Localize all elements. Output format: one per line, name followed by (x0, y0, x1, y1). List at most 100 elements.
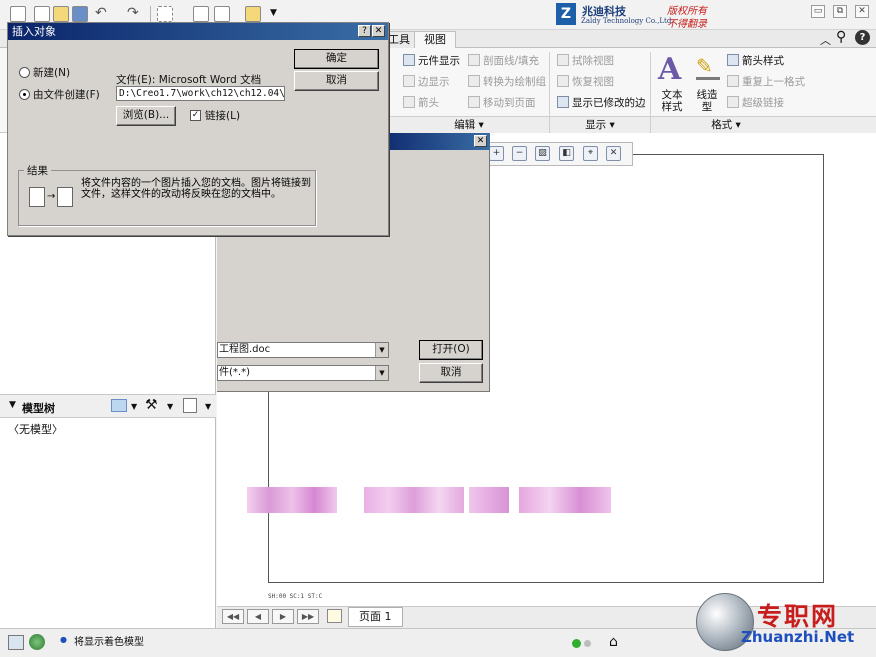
close-window-icon[interactable] (245, 6, 261, 22)
line-style-icon[interactable]: ✎ (696, 54, 720, 80)
edge-display-button[interactable]: 边显示 (403, 73, 450, 91)
file-type-select[interactable]: 件(*.*) ▼ (217, 365, 389, 381)
model-tree-title: 模型树 (22, 402, 55, 415)
annotation-display-icon[interactable]: ✕ (606, 146, 621, 161)
browse-button[interactable]: 浏览(B)... (116, 106, 176, 126)
first-page-button[interactable]: ◀◀ (222, 609, 244, 624)
repeat-last-format-button[interactable]: 重复上一格式 (727, 73, 805, 91)
regenerate-icon[interactable] (193, 6, 209, 22)
browser-toggle-icon[interactable] (29, 634, 45, 650)
sheet-info: SH:00 SC:1 ST:C (268, 593, 323, 600)
help-title-button[interactable]: ? (358, 25, 371, 37)
hyperlink-button[interactable]: 超级链接 (727, 94, 784, 112)
display-style-icon[interactable]: ◧ (559, 146, 574, 161)
convert-icon (468, 75, 480, 87)
message-bullet-icon: ● (60, 635, 67, 644)
repaint-icon[interactable]: ▨ (535, 146, 550, 161)
create-from-file-label[interactable]: 由文件创建(F) (33, 87, 100, 102)
link-label[interactable]: 链接(L) (205, 108, 240, 123)
close-button[interactable]: ✕ (855, 5, 869, 18)
minimize-button[interactable]: ▭ (811, 5, 825, 18)
text-style-icon[interactable]: A (658, 52, 681, 87)
datum-display-icon[interactable]: ⌖ (583, 146, 598, 161)
open-folder-icon[interactable] (53, 6, 69, 22)
open-button[interactable]: 打开(O) (419, 340, 483, 360)
arrow-style-icon (727, 54, 739, 66)
display-group-label[interactable]: 显示 ▾ (550, 116, 650, 133)
open-dialog-close-button[interactable]: ✕ (474, 135, 487, 147)
arrow-icon (403, 96, 415, 108)
create-new-radio[interactable] (19, 67, 30, 78)
redacted-text (469, 487, 509, 513)
collapse-tree-icon[interactable]: ▼ (9, 400, 16, 410)
customize-chevron-icon[interactable]: ▼ (270, 8, 277, 18)
settings-icon[interactable]: ⚒ (145, 397, 158, 413)
dropdown-arrow-icon[interactable]: ▼ (375, 366, 388, 380)
columns-icon[interactable] (183, 398, 197, 413)
new-page-icon[interactable] (327, 609, 342, 623)
create-from-file-radio[interactable] (19, 89, 30, 100)
help-icon[interactable]: ? (855, 30, 870, 45)
dropdown-arrow-icon[interactable]: ▼ (375, 343, 388, 357)
select-box-icon[interactable] (157, 6, 173, 22)
ok-button[interactable]: 确定 (294, 49, 379, 69)
format-group-label[interactable]: 格式 ▾ (651, 116, 801, 133)
zoom-in-icon[interactable]: + (489, 146, 504, 161)
logo-company-en: Zaldy Technology Co.,Ltd. (581, 17, 674, 25)
component-display-button[interactable]: 元件显示 (403, 52, 460, 70)
show-modified-edges-button[interactable]: 显示已修改的边 (557, 94, 646, 112)
logo-mark: Z (556, 3, 576, 25)
undo-icon[interactable]: ↶ (95, 5, 107, 21)
component-display-icon (403, 54, 415, 66)
link-checkbox[interactable]: ✓ (190, 110, 201, 121)
open-cancel-button[interactable]: 取消 (419, 363, 483, 383)
text-style-label[interactable]: 文本 样式 (659, 89, 685, 113)
cancel-button[interactable]: 取消 (294, 71, 379, 91)
arrow-style-button[interactable]: 箭头样式 (727, 52, 784, 70)
erase-view-icon (557, 54, 569, 66)
settings-dropdown-icon[interactable]: ▼ (167, 402, 173, 411)
status-led-icon (584, 640, 591, 647)
search-icon[interactable]: ⚲ (836, 29, 846, 45)
convert-draft-group-button[interactable]: 转换为绘制组 (468, 73, 546, 91)
resume-view-button[interactable]: 恢复视图 (557, 73, 614, 91)
app-icon[interactable] (10, 6, 26, 22)
next-page-button[interactable]: ▶ (272, 609, 294, 624)
arrow-right-icon: → (47, 191, 56, 202)
columns-dropdown-icon[interactable]: ▼ (205, 402, 211, 411)
windows-icon[interactable] (214, 6, 230, 22)
toolbar-divider (150, 6, 151, 23)
redo-icon[interactable]: ↷ (127, 5, 139, 21)
collapse-ribbon-icon[interactable]: ︿ (820, 32, 831, 48)
hyperlink-icon (727, 96, 739, 108)
edge-display-icon (403, 75, 415, 87)
restore-button[interactable]: ⧉ (833, 5, 847, 18)
move-to-page-button[interactable]: 移动到页面 (468, 94, 536, 112)
insert-dialog-close-button[interactable]: ✕ (372, 25, 385, 37)
show-icon[interactable] (111, 399, 127, 412)
last-page-button[interactable]: ▶▶ (297, 609, 319, 624)
hatch-fill-button[interactable]: 剖面线/填充 (468, 52, 539, 70)
zoom-out-icon[interactable]: − (512, 146, 527, 161)
arrow-button[interactable]: 箭头 (403, 94, 439, 112)
watermark-url: Zhuanzhi.Net (741, 628, 855, 646)
resume-view-icon (557, 75, 569, 87)
save-icon[interactable] (72, 6, 88, 22)
navigator-toggle-icon[interactable] (8, 635, 24, 650)
line-style-label[interactable]: 线造 型 (694, 89, 720, 113)
edit-group-label[interactable]: 编辑 ▾ (389, 116, 549, 133)
modified-edges-icon (557, 96, 569, 108)
new-file-icon[interactable] (34, 6, 50, 22)
insert-object-dialog: 插入对象 ? ✕ 确定 取消 新建(N) 由文件创建(F) 文件(E): Mic… (7, 22, 389, 236)
create-new-label[interactable]: 新建(N) (33, 65, 70, 80)
tab-view[interactable]: 视图 (414, 31, 456, 48)
erase-view-button[interactable]: 拭除视图 (557, 52, 614, 70)
page-tab[interactable]: 页面 1 (348, 607, 403, 627)
redacted-text (247, 487, 337, 513)
show-dropdown-icon[interactable]: ▼ (131, 402, 137, 411)
hatch-icon (468, 54, 480, 66)
file-name-input[interactable]: 工程图.doc ▼ (217, 342, 389, 358)
file-path-input[interactable]: D:\Creo1.7\work\ch12\ch12.04\ch1 (116, 86, 285, 101)
previous-page-button[interactable]: ◀ (247, 609, 269, 624)
binoculars-icon[interactable]: ⌂ (609, 634, 618, 650)
